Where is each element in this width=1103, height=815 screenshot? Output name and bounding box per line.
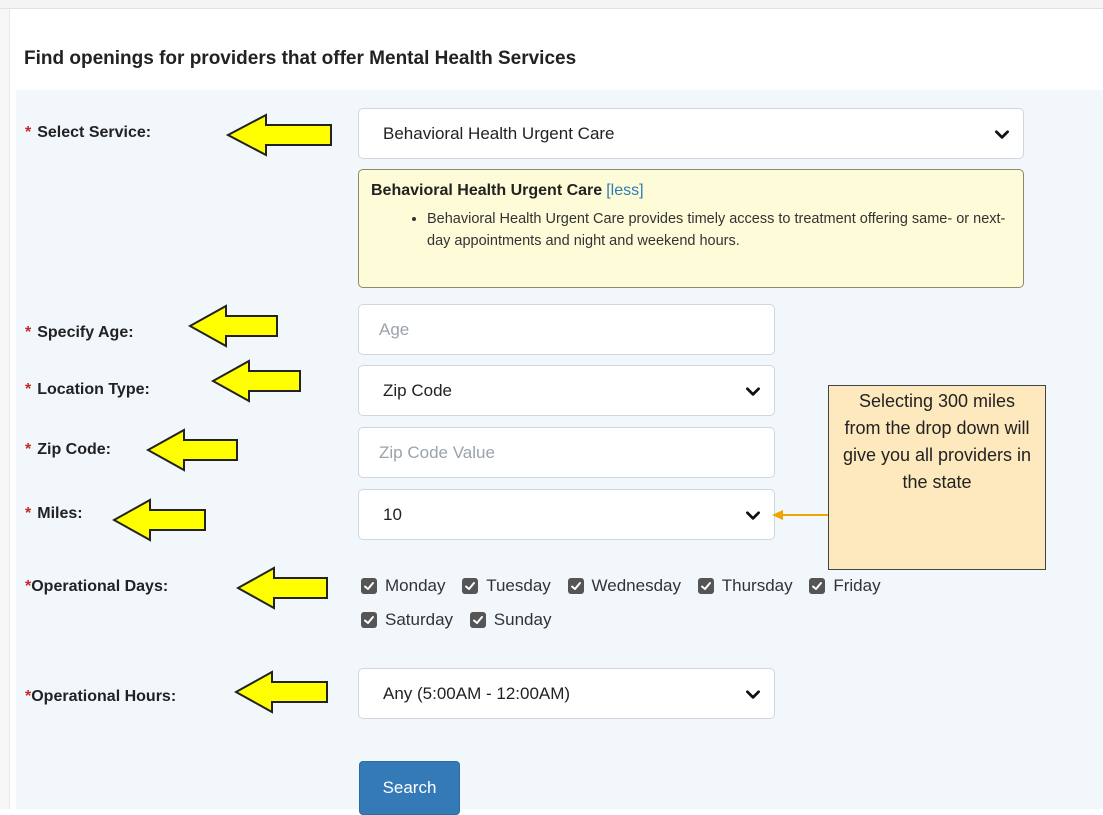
miles-tip-callout: Selecting 300 miles from the drop down w… <box>828 385 1046 570</box>
operational-hours-select[interactable]: Any (5:00AM - 12:00AM) <box>358 668 775 719</box>
label-specify-age: * Specify Age: <box>25 324 134 341</box>
label-zip-code: * Zip Code: <box>25 441 111 458</box>
top-bar <box>0 0 1103 9</box>
chevron-down-icon <box>746 689 760 699</box>
day-checkbox-wednesday[interactable]: Wednesday <box>567 576 681 596</box>
checkbox-checked-icon <box>361 612 377 628</box>
day-checkbox-friday[interactable]: Friday <box>809 576 881 596</box>
label-miles: * Miles: <box>25 505 83 522</box>
yellow-arrow-icon <box>188 304 280 348</box>
location-type-select[interactable]: Zip Code <box>358 365 775 416</box>
service-description-title: Behavioral Health Urgent Care <box>371 182 603 199</box>
checkbox-checked-icon <box>697 578 714 594</box>
label-select-service: * Select Service: <box>25 124 152 141</box>
day-checkbox-saturday[interactable]: Saturday <box>361 610 453 630</box>
callout-pointer-icon <box>772 510 830 520</box>
checkbox-checked-icon <box>462 578 479 594</box>
checkbox-checked-icon <box>469 612 486 628</box>
chevron-down-icon <box>746 386 760 396</box>
service-description-box: Behavioral Health Urgent Care[less] Beha… <box>358 169 1024 288</box>
yellow-arrow-icon <box>236 566 330 610</box>
page-title: Find openings for providers that offer M… <box>24 48 577 69</box>
checkbox-checked-icon <box>361 578 377 594</box>
day-checkbox-tuesday[interactable]: Tuesday <box>462 576 551 596</box>
required-marker: * <box>25 124 32 141</box>
zip-code-input[interactable]: Zip Code Value <box>358 427 775 478</box>
left-edge <box>0 9 10 809</box>
checkbox-checked-icon <box>809 578 826 594</box>
yellow-arrow-icon <box>226 113 334 157</box>
age-input[interactable]: Age <box>358 304 775 355</box>
label-operational-days: *Operational Days: <box>25 578 169 595</box>
label-location-type: * Location Type: <box>25 381 150 398</box>
label-operational-hours: *Operational Hours: <box>25 688 177 705</box>
operational-days-group: Monday Tuesday Wednesday Thursday Friday… <box>361 576 981 644</box>
day-checkbox-thursday[interactable]: Thursday <box>697 576 793 596</box>
day-checkbox-sunday[interactable]: Sunday <box>469 610 551 630</box>
required-marker: * <box>25 324 32 341</box>
chevron-down-icon <box>746 510 760 520</box>
chevron-down-icon <box>995 129 1009 139</box>
miles-select[interactable]: 10 <box>358 489 775 540</box>
checkbox-checked-icon <box>567 578 584 594</box>
required-marker: * <box>25 381 32 398</box>
required-marker: * <box>25 505 32 522</box>
required-marker: * <box>25 441 32 458</box>
service-description-bullet: Behavioral Health Urgent Care provides t… <box>427 208 1011 252</box>
service-select[interactable]: Behavioral Health Urgent Care <box>358 108 1024 159</box>
less-toggle-link[interactable]: [less] <box>606 182 643 199</box>
yellow-arrow-icon <box>112 498 208 542</box>
search-button[interactable]: Search <box>359 761 460 815</box>
yellow-arrow-icon <box>211 359 303 403</box>
day-checkbox-monday[interactable]: Monday <box>361 576 445 596</box>
yellow-arrow-icon <box>234 670 330 714</box>
yellow-arrow-icon <box>146 428 240 472</box>
